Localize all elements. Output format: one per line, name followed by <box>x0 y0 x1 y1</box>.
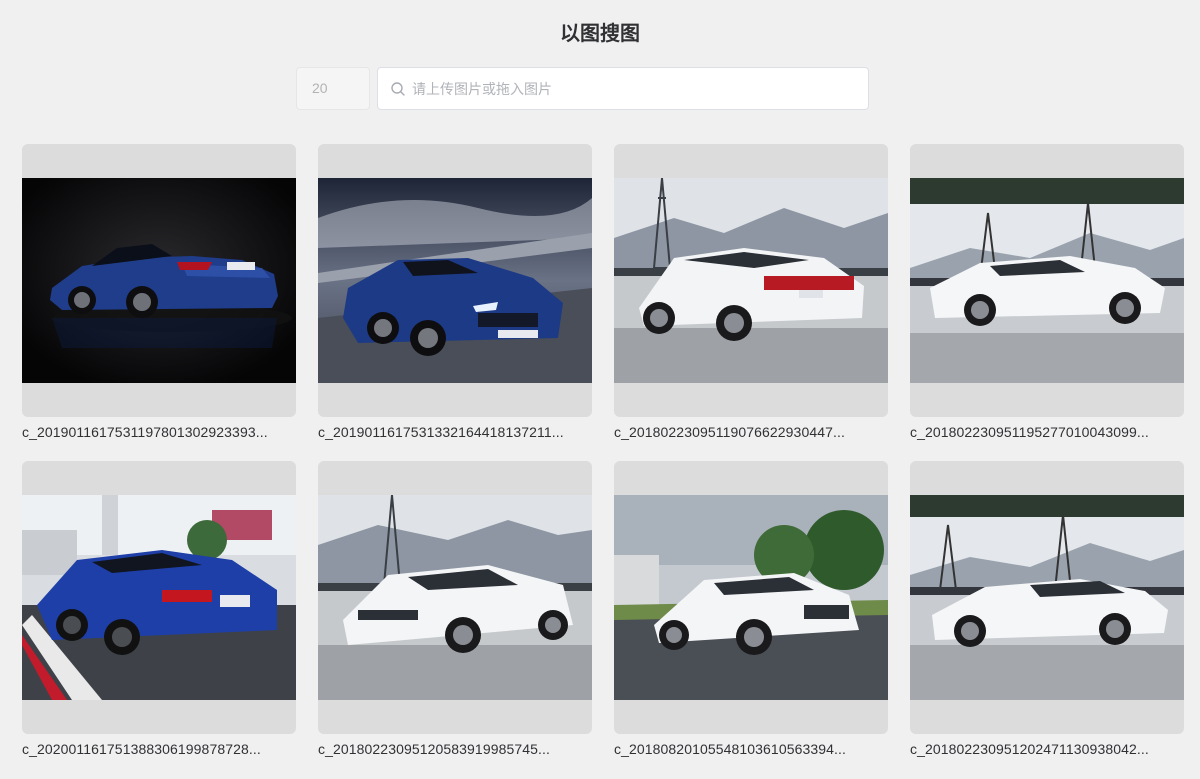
thumbnail-frame <box>910 144 1184 417</box>
result-card[interactable]: c_2018022309512058391998574​5... <box>318 461 592 778</box>
result-grid: c_2019011617531197801302923393... c_2019… <box>22 144 1184 778</box>
thumbnail-frame <box>614 461 888 734</box>
result-card[interactable]: c_2020011617513883061998787​28... <box>22 461 296 778</box>
thumbnail-frame <box>22 144 296 417</box>
car-thumbnail[interactable] <box>614 178 888 383</box>
car-thumbnail[interactable] <box>614 495 888 700</box>
result-count-input[interactable]: 20 <box>296 67 370 110</box>
search-icon <box>390 81 406 97</box>
result-card[interactable]: c_2018022309511907662293044​7... <box>614 144 888 461</box>
car-thumbnail[interactable] <box>22 495 296 700</box>
thumbnail-frame <box>318 144 592 417</box>
result-card[interactable]: c_2019011617531197801302923393... <box>22 144 296 461</box>
result-card[interactable]: c_2018082010554810361056339​4... <box>614 461 888 778</box>
result-filename: c_2019011617531197801302923393... <box>22 424 268 440</box>
car-thumbnail[interactable] <box>22 178 296 383</box>
car-thumbnail[interactable] <box>910 495 1184 700</box>
thumbnail-frame <box>22 461 296 734</box>
result-filename: c_2019011617531332164418137211... <box>318 424 564 440</box>
result-card[interactable]: c_2018022309511952770100430​99... <box>910 144 1184 461</box>
thumbnail-frame <box>910 461 1184 734</box>
thumbnail-frame <box>614 144 888 417</box>
result-card[interactable]: c_2019011617531332164418137211... <box>318 144 592 461</box>
search-bar: 20 <box>296 67 869 110</box>
thumbnail-frame <box>318 461 592 734</box>
car-thumbnail[interactable] <box>910 178 1184 383</box>
image-search-page: 以图搜图 20 请上传图片或拖入图片 c_2019011617531197801… <box>0 0 1200 779</box>
image-upload-field[interactable] <box>377 67 869 110</box>
result-filename: c_2018022309512058391998574​5... <box>318 741 550 757</box>
car-thumbnail[interactable] <box>318 495 592 700</box>
result-card[interactable]: c_2018022309512024711309380​42... <box>910 461 1184 778</box>
result-filename: c_2018082010554810361056339​4... <box>614 741 846 757</box>
result-filename: c_2020011617513883061998787​28... <box>22 741 261 757</box>
car-thumbnail[interactable] <box>318 178 592 383</box>
page-title: 以图搜图 <box>560 23 640 45</box>
result-filename: c_2018022309511907662293044​7... <box>614 424 845 440</box>
result-filename: c_2018022309511952770100430​99... <box>910 424 1149 440</box>
search-input[interactable] <box>412 73 852 104</box>
result-filename: c_2018022309512024711309380​42... <box>910 741 1149 757</box>
